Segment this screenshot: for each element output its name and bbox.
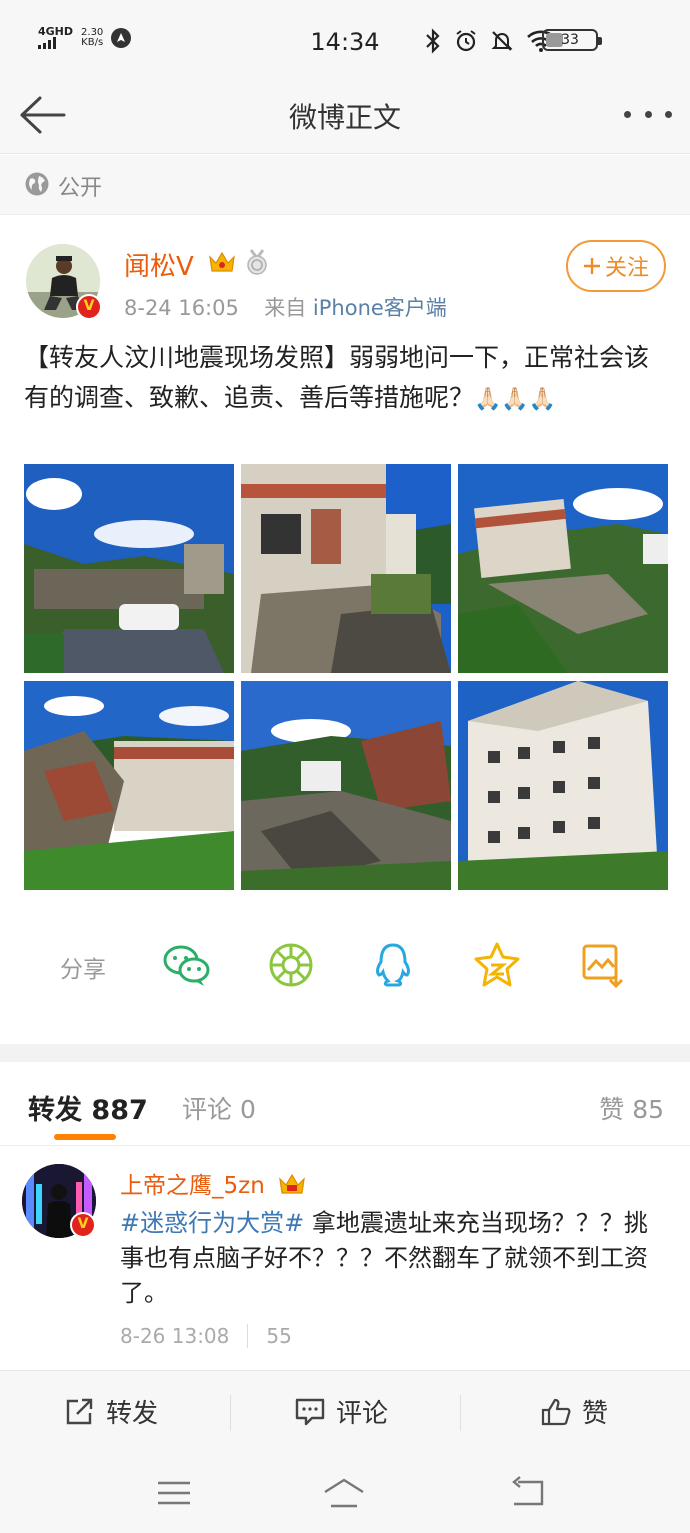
repost-username-text: 上帝之鹰_5zn [120,1173,265,1199]
action-separator [460,1395,461,1431]
repost-verified-badge-icon: V [70,1212,96,1238]
home-icon[interactable] [322,1476,366,1510]
post-text: 【转友人汶川地震现场发照】弱弱地问一下，正常社会该有的调查、致歉、追责、善后等措… [24,338,666,420]
battery-tip [598,37,602,45]
plus-icon [583,258,600,274]
back-icon[interactable] [506,1476,550,1510]
more-icon[interactable] [624,106,672,122]
post-meta: 8-24 16:05 来自 iPhone客户端 [124,292,447,322]
mute-icon [491,31,513,51]
battery-icon: 33 [542,29,602,51]
source-prefix: 来自 [264,296,307,320]
tab-repost-count: 887 [91,1095,148,1126]
tab-repost[interactable]: 转发 887 [28,1088,148,1127]
vip-crown-icon [279,1173,305,1194]
tab-comment-count: 0 [239,1095,256,1124]
share-label: 分享 [60,957,106,983]
save-image-icon[interactable] [578,940,628,990]
pray-emoji: 🙏🏻🙏🏻🙏🏻 [474,387,557,412]
repost-time: 8-26 13:08 [120,1324,230,1348]
moments-icon[interactable] [266,940,316,990]
thumbs-up-icon [541,1398,571,1425]
follow-label: 关注 [604,256,649,281]
like-button[interactable]: 赞 [540,1393,608,1430]
repost-topic-link[interactable]: #迷惑行为大赏# [120,1209,304,1237]
photo-1[interactable] [24,464,234,673]
tab-like-label: 赞 [599,1095,625,1124]
user-badges [208,248,270,276]
visibility-row: 公开 [0,155,690,215]
crown-icon [209,251,235,272]
like-button-label: 赞 [582,1399,609,1429]
wechat-icon[interactable] [162,940,212,990]
status-bar: 4GHD 2.30 KB/s 14:34 33 [0,0,690,80]
post-source[interactable]: iPhone客户端 [313,296,447,320]
post-time: 8-24 16:05 [124,296,239,320]
section-divider [0,1044,690,1062]
status-right [424,28,556,54]
tab-repost-label: 转发 [28,1095,82,1126]
photo-grid [24,464,668,890]
tab-comment-label: 评论 [182,1095,233,1124]
photo-4[interactable] [24,681,234,890]
tab-like[interactable]: 赞 85 [599,1090,664,1126]
tab-comment[interactable]: 评论 0 [182,1090,256,1126]
action-bar: 转发 评论 赞 [0,1370,690,1454]
repost-button-label: 转发 [106,1399,159,1429]
repost-icon [66,1398,93,1424]
medal-icon [247,249,267,275]
repost-meta: 8-26 13:08 55 [120,1324,292,1348]
action-separator [230,1395,231,1431]
photo-3[interactable] [458,464,668,673]
photo-2[interactable] [241,464,451,673]
page-title: 微博正文 [288,101,401,134]
qzone-icon[interactable] [472,940,522,990]
repost-likes[interactable]: 55 [266,1324,291,1348]
tab-like-count: 85 [632,1095,664,1124]
qq-icon[interactable] [368,940,418,990]
comment-button-label: 评论 [336,1399,389,1429]
system-nav-bar [0,1454,690,1533]
photo-6[interactable] [458,681,668,890]
meta-separator [247,1324,249,1348]
repost-username[interactable]: 上帝之鹰_5zn [120,1166,306,1200]
share-row: 分享 [0,934,690,998]
bluetooth-icon [426,28,440,54]
repost-text: #迷惑行为大赏# 拿地震遗址来充当现场？？？挑事也有点脑子好不？？？不然翻车了就… [120,1206,670,1311]
post-username[interactable]: 闻松V [124,246,194,283]
menu-icon[interactable] [152,1476,196,1510]
alarm-icon [456,30,476,52]
tab-active-indicator [54,1134,116,1140]
photo-5[interactable] [241,681,451,890]
repost-button[interactable]: 转发 [64,1393,158,1430]
verified-badge-icon: V [76,294,102,320]
globe-icon [25,172,49,196]
battery-percent: 33 [561,32,579,48]
comment-icon [295,1398,325,1425]
tab-bar: 转发 887 评论 0 赞 85 [0,1062,690,1146]
visibility-label: 公开 [58,176,103,201]
follow-button[interactable]: 关注 [566,240,666,292]
comment-button[interactable]: 评论 [294,1393,388,1430]
nav-bar: 微博正文 [0,80,690,154]
